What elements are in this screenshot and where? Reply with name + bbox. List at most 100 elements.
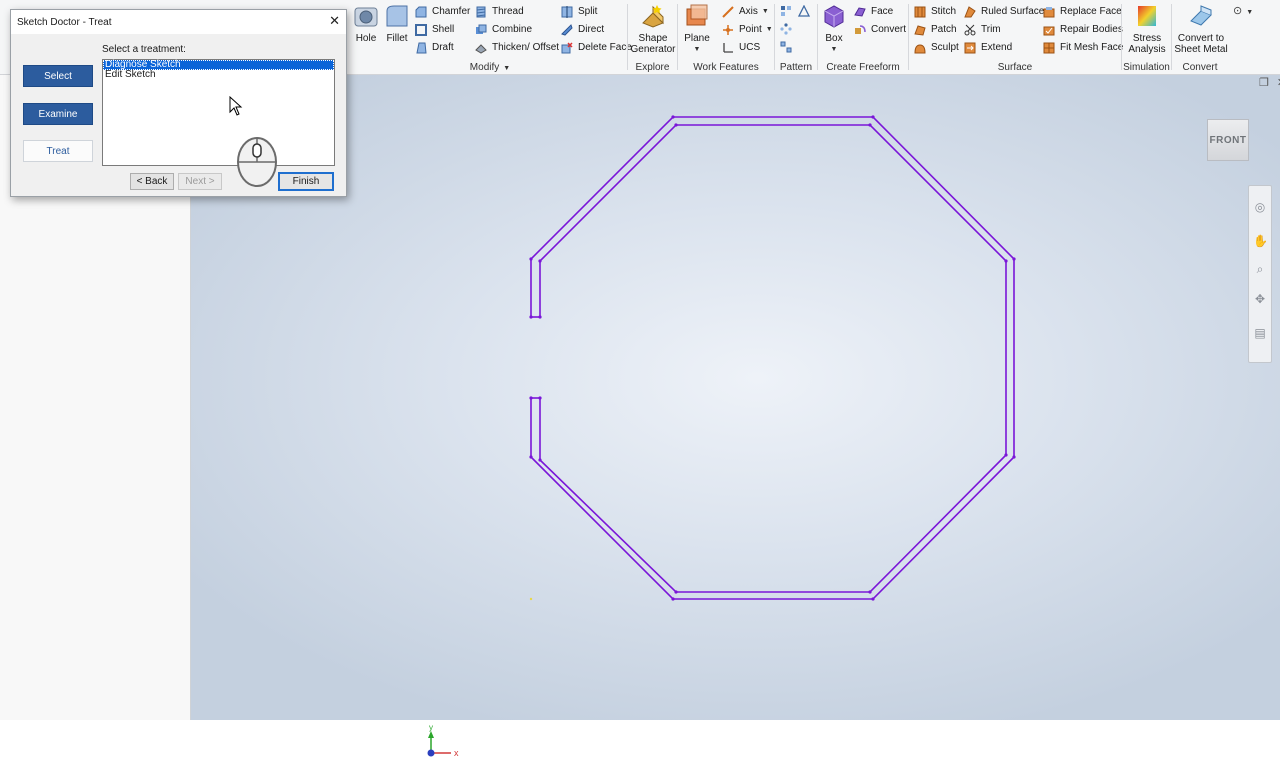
graphics-viewport[interactable]: ❐✕ FRONT ◎ ✋ ⌕ ✥ ▤ y x	[191, 75, 1280, 758]
stress-analysis-button[interactable]: Stress Analysis	[1124, 3, 1170, 55]
hole-button[interactable]: Hole	[353, 3, 379, 44]
thicken-offset-button[interactable]: Thicken/ Offset	[475, 39, 559, 56]
surface-group-label: Surface	[997, 62, 1033, 73]
coordinate-triad: y x	[427, 723, 459, 758]
fillet-icon	[386, 5, 408, 27]
sketch-vertex	[1004, 453, 1008, 457]
sketch-vertex	[868, 590, 872, 594]
fit-mesh-face-button[interactable]: Fit Mesh Face	[1043, 39, 1123, 56]
ribbon-options-button[interactable]: ⊙ ▼	[1233, 4, 1253, 17]
pattern-group-label: Pattern	[779, 62, 813, 73]
sketch-vertex	[529, 257, 533, 261]
modify-group-label[interactable]: Modify ▼	[350, 62, 630, 73]
split-button[interactable]: Split	[561, 3, 597, 20]
mouse-click-indicator-icon	[237, 137, 277, 187]
look-at-icon[interactable]: ▤	[1253, 326, 1267, 340]
navigation-bar: ◎ ✋ ⌕ ✥ ▤	[1248, 185, 1272, 363]
back-button[interactable]: < Back	[130, 173, 174, 190]
draft-button[interactable]: Draft	[415, 39, 454, 56]
pattern-group: Pattern	[775, 0, 817, 74]
freeform-face-icon	[854, 6, 866, 17]
sketch-vertex	[529, 455, 533, 459]
sketch-vertex	[1012, 257, 1016, 261]
sketch-pattern-icon[interactable]	[780, 41, 792, 53]
thread-icon	[476, 6, 486, 17]
finish-button[interactable]: Finish	[278, 172, 334, 191]
step-treat-button[interactable]: Treat	[23, 140, 93, 162]
close-icon[interactable]: ✕	[329, 13, 340, 29]
viewcube[interactable]: FRONT	[1207, 119, 1249, 161]
split-icon	[561, 5, 573, 18]
sketch-vertex	[538, 259, 542, 263]
step-select-button[interactable]: Select	[23, 65, 93, 87]
treatment-list[interactable]: Diagnose Sketch Edit Sketch	[102, 59, 335, 166]
mirror-icon[interactable]	[798, 5, 810, 17]
simulation-group-label: Simulation	[1123, 62, 1170, 73]
circular-pattern-icon[interactable]	[780, 23, 792, 35]
ucs-button[interactable]: UCS	[722, 39, 760, 56]
plane-button[interactable]: Plane ▼	[684, 3, 710, 55]
convert-group: Convert to Sheet Metal Convert	[1172, 0, 1228, 74]
mouse-cursor-icon	[229, 96, 243, 116]
repair-bodies-icon	[1043, 26, 1055, 35]
chevron-down-icon: ▼	[761, 8, 769, 15]
y-axis-label: y	[429, 723, 433, 732]
delete-face-button[interactable]: Delete Face	[561, 39, 632, 56]
explore-group-label: Explore	[635, 62, 670, 73]
patch-button[interactable]: Patch	[914, 21, 957, 38]
sketch-doctor-dialog: Sketch Doctor - Treat ✕ Select Examine T…	[10, 9, 347, 197]
stitch-icon	[914, 6, 926, 17]
sketch-vertex	[871, 597, 875, 601]
combine-button[interactable]: Combine	[475, 21, 532, 38]
pan-hand-icon[interactable]: ✋	[1253, 234, 1268, 248]
orbit-icon[interactable]: ✥	[1253, 292, 1267, 306]
thread-button[interactable]: Thread	[475, 3, 524, 20]
chevron-down-icon: ▼	[1246, 9, 1254, 16]
sketch-vertex	[671, 115, 675, 119]
replace-face-button[interactable]: Replace Face	[1043, 3, 1122, 20]
sketch-vertex	[674, 123, 678, 127]
repair-bodies-button[interactable]: Repair Bodies	[1043, 21, 1123, 38]
convert-to-sheet-metal-button[interactable]: Convert to Sheet Metal	[1174, 3, 1228, 55]
treatment-item-edit-sketch[interactable]: Edit Sketch	[103, 70, 334, 80]
box-button[interactable]: Box ▼	[821, 3, 847, 55]
extend-button[interactable]: Extend	[964, 39, 1012, 56]
convert-freeform-button[interactable]: Convert	[854, 21, 906, 38]
shell-button[interactable]: Shell	[415, 21, 454, 38]
face-button[interactable]: Face	[854, 3, 893, 20]
sketch-line[interactable]	[539, 124, 1007, 593]
rectangular-pattern-icon[interactable]	[780, 5, 792, 17]
point-button[interactable]: Point ▼	[722, 21, 773, 38]
step-examine-button[interactable]: Examine	[23, 103, 93, 125]
sketch-vertex	[671, 597, 675, 601]
viewcube-face-label: FRONT	[1209, 134, 1247, 146]
trim-icon	[964, 24, 976, 35]
sketch-vertex	[871, 115, 875, 119]
sketch-vertex	[529, 396, 533, 400]
zoom-icon[interactable]: ⌕	[1253, 262, 1267, 276]
patch-icon	[914, 24, 926, 36]
octagon-sketch[interactable]	[191, 75, 1280, 720]
fit-mesh-face-icon	[1043, 42, 1055, 53]
steering-wheel-icon[interactable]: ◎	[1253, 200, 1267, 214]
sculpt-button[interactable]: Sculpt	[914, 39, 959, 56]
dialog-body: Select Examine Treat Select a treatment:…	[11, 34, 346, 196]
ruled-surface-button[interactable]: Ruled Surface	[964, 3, 1044, 20]
sketch-line[interactable]	[530, 116, 1015, 600]
hole-icon	[354, 7, 378, 27]
replace-face-icon	[1043, 6, 1055, 17]
next-button[interactable]: Next >	[178, 173, 222, 190]
shape-generator-button[interactable]: Shape Generator	[630, 3, 676, 55]
axis-button[interactable]: Axis ▼	[722, 3, 769, 20]
direct-button[interactable]: Direct	[561, 21, 604, 38]
work-features-group: Plane ▼ Axis ▼ Point ▼ UCS Work Features	[678, 0, 774, 74]
stitch-button[interactable]: Stitch	[914, 3, 956, 20]
draft-icon	[416, 42, 427, 53]
trim-button[interactable]: Trim	[964, 21, 1001, 38]
fillet-button[interactable]: Fillet	[384, 3, 410, 44]
chamfer-button[interactable]: Chamfer	[415, 3, 470, 20]
sketch-vertex	[1004, 259, 1008, 263]
create-freeform-group-label: Create Freeform	[826, 62, 900, 73]
sketch-profile[interactable]	[530, 116, 1015, 600]
axis-icon	[722, 5, 734, 18]
